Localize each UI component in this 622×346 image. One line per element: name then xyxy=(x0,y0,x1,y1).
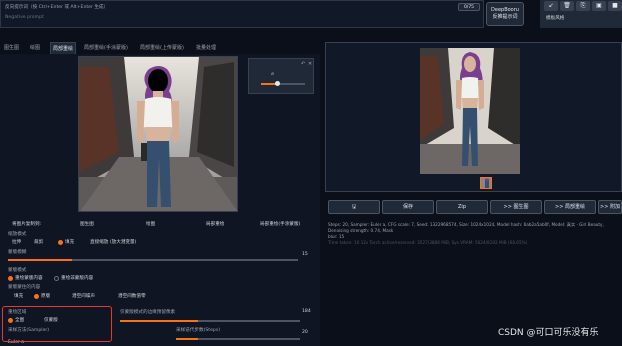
resize-mode-group: 拉伸 裁剪 填充 直接缩放 (放大潜变量) xyxy=(8,239,308,247)
resize-option-stretch[interactable]: 拉伸 xyxy=(12,239,21,245)
save-button[interactable]: 保存 xyxy=(382,200,434,214)
masked-content-original[interactable]: 原版 xyxy=(41,293,50,299)
padding-fill xyxy=(120,320,198,322)
street-photo xyxy=(79,57,237,211)
masked-content-latent-noise[interactable]: 潜空间噪声 xyxy=(72,293,95,299)
watermark: CSDN @可口可乐没有乐 xyxy=(498,328,599,338)
prompt-input[interactable]: 反向提示词（按 Ctrl+Enter 或 Alt+Enter 生成） Negat… xyxy=(0,0,484,28)
negative-prompt-hint: Negative prompt xyxy=(5,15,44,20)
inpaint-canvas[interactable] xyxy=(78,56,238,212)
token-counter: 0/75 xyxy=(458,3,480,11)
send-to-extras-button[interactable]: >> 附加 xyxy=(598,200,622,214)
tab-inpaint[interactable]: 局部重绘 xyxy=(50,42,77,54)
copy-to-label: 将图片复制到: xyxy=(12,222,42,227)
masked-content-label: 蒙版蒙住的内容 xyxy=(8,285,41,290)
resize-mode-label: 缩放模式 xyxy=(8,232,27,237)
mask-mode-outside[interactable]: 重绘非蒙版内容 xyxy=(61,275,93,281)
output-image[interactable] xyxy=(420,48,520,174)
tab-inpaint-sketch[interactable]: 局部重绘(手涂蒙版) xyxy=(84,42,128,54)
padding-label: 仅蒙版模式的边缘预留像素 xyxy=(120,310,176,315)
send-to-inpaint-button[interactable]: >> 局部重绘 xyxy=(544,200,596,214)
tab-sketch[interactable]: 绘图 xyxy=(30,42,40,54)
copy-to-inpaint-sketch[interactable]: 局部重绘(手涂蒙版) xyxy=(260,221,300,227)
copy-to-img2img[interactable]: 图生图 xyxy=(80,221,94,227)
style-toolbar: ↙ 🗑 ⎘ ▣ ■ 模板风格 xyxy=(540,0,622,28)
mask-mode-outside-radio[interactable] xyxy=(54,276,59,281)
sampling-steps-fill xyxy=(176,338,198,340)
mask-mode-inside-radio[interactable] xyxy=(8,276,13,281)
arrow-icon[interactable]: ↙ xyxy=(544,1,558,11)
masked-content-original-radio[interactable] xyxy=(34,294,39,299)
copy-to-inpaint[interactable]: 局部重绘 xyxy=(206,221,224,227)
mask-mode-label: 蒙版模式 xyxy=(8,268,27,273)
zip-button[interactable]: Zip xyxy=(436,200,488,214)
close-icon[interactable]: ✕ xyxy=(308,61,312,67)
masked-content-latent-zero[interactable]: 潜空间数值零 xyxy=(118,293,146,299)
deepbooru-label: DeepBooru xyxy=(491,7,519,13)
save-icon[interactable]: ▣ xyxy=(592,1,606,11)
copy-icon[interactable]: ⎘ xyxy=(576,1,590,11)
mode-tabs: 图生图 绘图 局部重绘 局部重绘(手涂蒙版) 局部重绘(上传蒙版) 批量处理 xyxy=(0,42,320,54)
generation-timing: Time taken: 10.12s Torch active/reserved… xyxy=(328,240,528,245)
brush-size-knob[interactable] xyxy=(275,81,280,86)
brush-size-icon: ⌀ xyxy=(271,71,275,77)
thumbnail-photo xyxy=(481,178,491,188)
highlight-box xyxy=(2,306,112,342)
brush-settings: ↶ ✕ ⌀ xyxy=(248,58,314,94)
tab-batch[interactable]: 批量处理 xyxy=(196,42,216,54)
disk-icon[interactable]: ■ xyxy=(608,1,622,11)
resize-fill-radio[interactable] xyxy=(58,240,63,245)
undo-icon[interactable]: ↶ xyxy=(301,61,305,67)
trash-icon[interactable]: 🗑 xyxy=(560,1,574,11)
resize-option-crop[interactable]: 裁剪 xyxy=(34,239,43,245)
deepbooru-button[interactable]: DeepBooru 反推提示词 xyxy=(486,2,524,26)
negative-prompt-placeholder: 反向提示词（按 Ctrl+Enter 或 Alt+Enter 生成） xyxy=(5,5,109,10)
resize-option-latent[interactable]: 直接缩放 (放大潜变量) xyxy=(90,239,136,245)
tab-inpaint-upload[interactable]: 局部重绘(上传蒙版) xyxy=(140,42,184,54)
generation-info: Steps: 20, Sampler: Euler a, CFG scale: … xyxy=(328,222,622,246)
sampling-steps-label: 采样迭代步数(Steps) xyxy=(176,328,221,333)
output-photo xyxy=(420,48,520,174)
padding-value[interactable]: 184 xyxy=(302,309,311,314)
deepbooru-sublabel: 反推提示词 xyxy=(492,14,518,20)
open-folder-button[interactable]: 🖫 xyxy=(328,200,380,214)
mask-mode-inside[interactable]: 重绘蒙版内容 xyxy=(15,275,43,281)
resize-option-fill[interactable]: 填充 xyxy=(65,239,74,245)
mask-blur-label: 蒙版模糊 xyxy=(8,250,27,255)
copy-to-sketch[interactable]: 绘图 xyxy=(146,221,155,227)
tab-img2img[interactable]: 图生图 xyxy=(4,42,19,54)
masked-content-fill[interactable]: 填充 xyxy=(14,293,23,299)
generation-params: Steps: 20, Sampler: Euler a, CFG scale: … xyxy=(328,222,604,233)
style-label: 模板风格 xyxy=(546,16,565,21)
mask-blur-value[interactable]: 15 xyxy=(302,252,308,257)
output-thumbnail[interactable] xyxy=(480,177,492,189)
sampling-steps-value[interactable]: 20 xyxy=(302,330,308,335)
mask-blur-fill xyxy=(8,259,72,261)
send-to-img2img-button[interactable]: >> 图生图 xyxy=(490,200,542,214)
